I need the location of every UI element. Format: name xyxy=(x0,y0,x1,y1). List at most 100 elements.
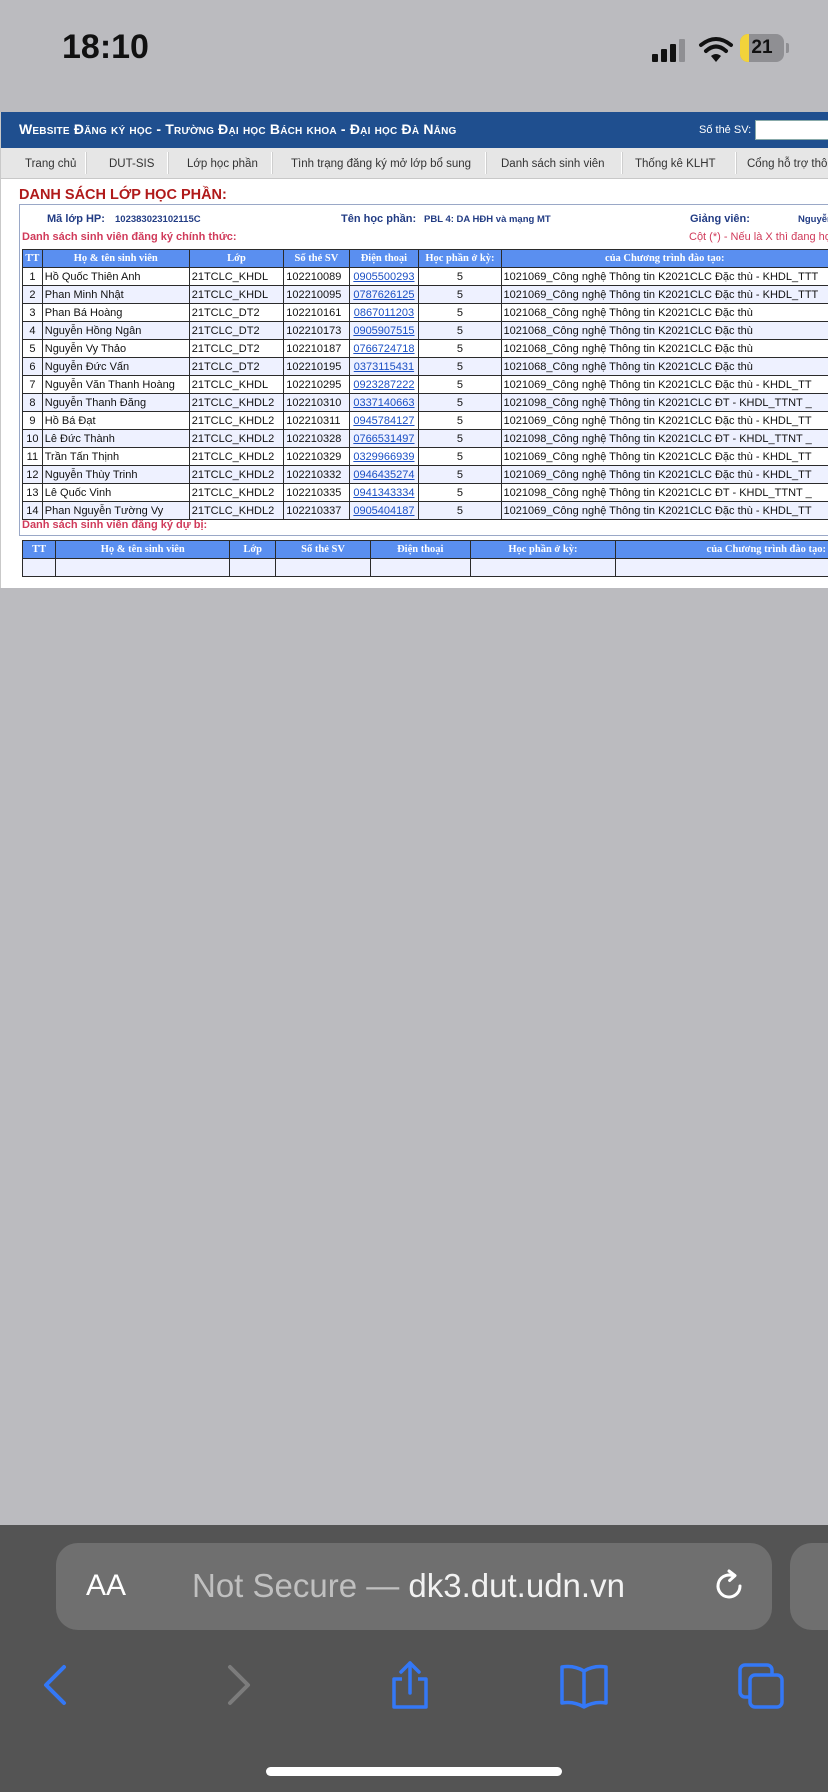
nav-item-registration-status[interactable]: Tình trạng đăng ký mở lớp bổ sung xyxy=(285,154,477,174)
col-header-class: Lớp xyxy=(188,249,285,268)
nav-item-dut-sis[interactable]: DUT-SIS xyxy=(103,154,160,174)
cell-program: 1021069_Công nghệ Thông tin K2021CLC Đặc… xyxy=(500,465,828,484)
cell-student-id: 102210187 xyxy=(283,339,350,358)
cell-semester: 5 xyxy=(418,393,502,412)
reserve-list-title: Danh sách sinh viên đăng ký dự bị: xyxy=(22,519,208,531)
status-bar: 18:10 21 xyxy=(0,0,828,110)
nav-menu: Trang chủ DUT-SIS Lớp học phần Tình trạn… xyxy=(1,148,828,179)
phone-link[interactable]: 0941343334 xyxy=(353,487,414,499)
official-student-table: TT Họ & tên sinh viên Lớp Số thẻ SV Điện… xyxy=(22,249,828,520)
cell-semester: 5 xyxy=(418,267,502,286)
reserve-col-header-tt: TT xyxy=(21,540,57,559)
next-tab-preview[interactable] xyxy=(790,1543,828,1630)
student-id-input[interactable] xyxy=(755,120,828,140)
phone-link[interactable]: 0373115431 xyxy=(354,361,414,373)
phone-link[interactable]: 0945784127 xyxy=(353,415,414,427)
address-bar[interactable]: AA Not Secure — dk3.dut.udn.vn xyxy=(56,1543,772,1630)
table-row: 12 Nguyễn Thùy Trinh 21TCLC_KHDL2 102210332… xyxy=(22,465,828,484)
cell-phone: 0373115431 xyxy=(348,357,420,376)
cell-semester: 5 xyxy=(418,339,502,358)
nav-item-home[interactable]: Trang chủ xyxy=(19,154,82,174)
cell-program: 1021098_Công nghệ Thông tin K2021CLC ĐT … xyxy=(500,483,828,502)
cell-student-id: 102210310 xyxy=(283,393,350,412)
cell-program: 1021069_Công nghệ Thông tin K2021CLC Đặc… xyxy=(500,285,828,304)
cell-name: Phan Nguyễn Tường Vy xyxy=(41,501,190,520)
col-header-semester: Học phần ở kỳ: xyxy=(418,249,502,268)
cell-phone: 0945784127 xyxy=(348,411,420,430)
cell-name: Nguyễn Đức Vấn xyxy=(41,357,190,376)
cell-student-id: 102210095 xyxy=(283,285,350,304)
cell-tt: 1 xyxy=(22,267,43,286)
col-header-name: Họ & tên sinh viên xyxy=(41,249,190,268)
cell-program: 1021068_Công nghệ Thông tin K2021CLC Đặc… xyxy=(500,321,828,340)
cell-phone: 0905404187 xyxy=(348,501,420,520)
webpage: Website Đăng ký học - Trường Đại học Bác… xyxy=(0,112,828,588)
phone-link[interactable]: 0329966939 xyxy=(353,451,414,463)
cell-semester: 5 xyxy=(418,465,502,484)
cell-name: Nguyễn Vy Thảo xyxy=(41,339,190,358)
nav-item-student-list[interactable]: Danh sách sinh viên xyxy=(495,154,611,174)
phone-link[interactable]: 0766531497 xyxy=(353,433,414,445)
cell-tt: 5 xyxy=(22,339,43,358)
phone-link[interactable]: 0905907515 xyxy=(353,325,414,337)
course-name-value: PBL 4: DA HĐH và mạng MT xyxy=(424,214,551,225)
cell-tt: 7 xyxy=(22,375,43,394)
cell-phone: 0867011203 xyxy=(348,303,420,322)
cell-student-id: 102210328 xyxy=(283,429,350,448)
nav-item-stats-klht[interactable]: Thống kê KLHT xyxy=(629,154,722,174)
cell-class: 21TCLC_KHDL xyxy=(188,267,285,286)
phone-link[interactable]: 0946435274 xyxy=(353,469,414,481)
cell-tt: 4 xyxy=(22,321,43,340)
cell-phone: 0337140663 xyxy=(348,393,420,412)
cell-student-id: 102210195 xyxy=(283,357,350,376)
cell-class: 21TCLC_KHDL2 xyxy=(188,393,285,412)
table-row: 13 Lê Quốc Vinh 21TCLC_KHDL2 102210335 09413… xyxy=(22,483,828,502)
cell-class: 21TCLC_KHDL2 xyxy=(188,411,285,430)
back-icon[interactable] xyxy=(28,1655,88,1715)
cell-class: 21TCLC_KHDL2 xyxy=(188,483,285,502)
cell-student-id: 102210173 xyxy=(283,321,350,340)
reload-icon[interactable] xyxy=(710,1567,748,1605)
cell-tt: 11 xyxy=(22,447,43,466)
bookmarks-icon[interactable] xyxy=(554,1655,614,1715)
share-icon[interactable] xyxy=(380,1655,440,1715)
cell-semester: 5 xyxy=(418,501,502,520)
course-name-label: Tên học phần: xyxy=(341,213,417,225)
cell-phone: 0787626125 xyxy=(348,285,420,304)
cell-student-id: 102210335 xyxy=(283,483,350,502)
phone-link[interactable]: 0867011203 xyxy=(354,307,414,319)
cell-class: 21TCLC_KHDL2 xyxy=(188,447,285,466)
url-domain: dk3.dut.udn.vn xyxy=(408,1567,625,1604)
status-time: 18:10 xyxy=(62,28,149,66)
cell-name: Phan Minh Nhật xyxy=(41,285,190,304)
table-row: 4 Nguyễn Hồng Ngân 21TCLC_DT2 102210173 0905… xyxy=(22,321,828,340)
phone-link[interactable]: 0905404187 xyxy=(353,505,414,517)
cell-student-id: 102210337 xyxy=(283,501,350,520)
forward-icon[interactable] xyxy=(206,1655,266,1715)
reserve-empty-row xyxy=(21,558,828,577)
reserve-col-header-semester: Học phần ở kỳ: xyxy=(469,540,617,559)
phone-link[interactable]: 0923287222 xyxy=(353,379,414,391)
cell-class: 21TCLC_KHDL2 xyxy=(188,429,285,448)
cell-tt: 3 xyxy=(22,303,43,322)
cell-program: 1021068_Công nghệ Thông tin K2021CLC Đặc… xyxy=(500,339,828,358)
reserve-student-table: TT Họ & tên sinh viên Lớp Số thẻ SV Điện… xyxy=(21,540,828,577)
cell-name: Lê Quốc Vinh xyxy=(41,483,190,502)
reader-settings-button[interactable]: AA xyxy=(86,1569,126,1603)
nav-item-support-portal[interactable]: Cổng hỗ trợ thôn xyxy=(741,154,828,174)
phone-link[interactable]: 0337140663 xyxy=(353,397,414,409)
tabs-icon[interactable] xyxy=(730,1655,790,1715)
cell-tt: 6 xyxy=(22,357,43,376)
column-note: Cột (*) - Nếu là X thì đang học xyxy=(689,231,828,243)
phone-link[interactable]: 0766724718 xyxy=(353,343,414,355)
url-text[interactable]: Not Secure — dk3.dut.udn.vn xyxy=(192,1567,625,1605)
browser-toolbar: AA Not Secure — dk3.dut.udn.vn xyxy=(0,1525,828,1792)
reserve-col-header-phone: Điện thoại xyxy=(369,540,471,559)
cell-program: 1021069_Công nghệ Thông tin K2021CLC Đặc… xyxy=(500,411,828,430)
cell-name: Hồ Bá Đạt xyxy=(41,411,190,430)
nav-item-course-class[interactable]: Lớp học phần xyxy=(181,154,264,174)
cell-semester: 5 xyxy=(418,411,502,430)
phone-link[interactable]: 0787626125 xyxy=(353,289,414,301)
reserve-col-header-name: Họ & tên sinh viên xyxy=(55,540,231,559)
phone-link[interactable]: 0905500293 xyxy=(353,271,414,283)
